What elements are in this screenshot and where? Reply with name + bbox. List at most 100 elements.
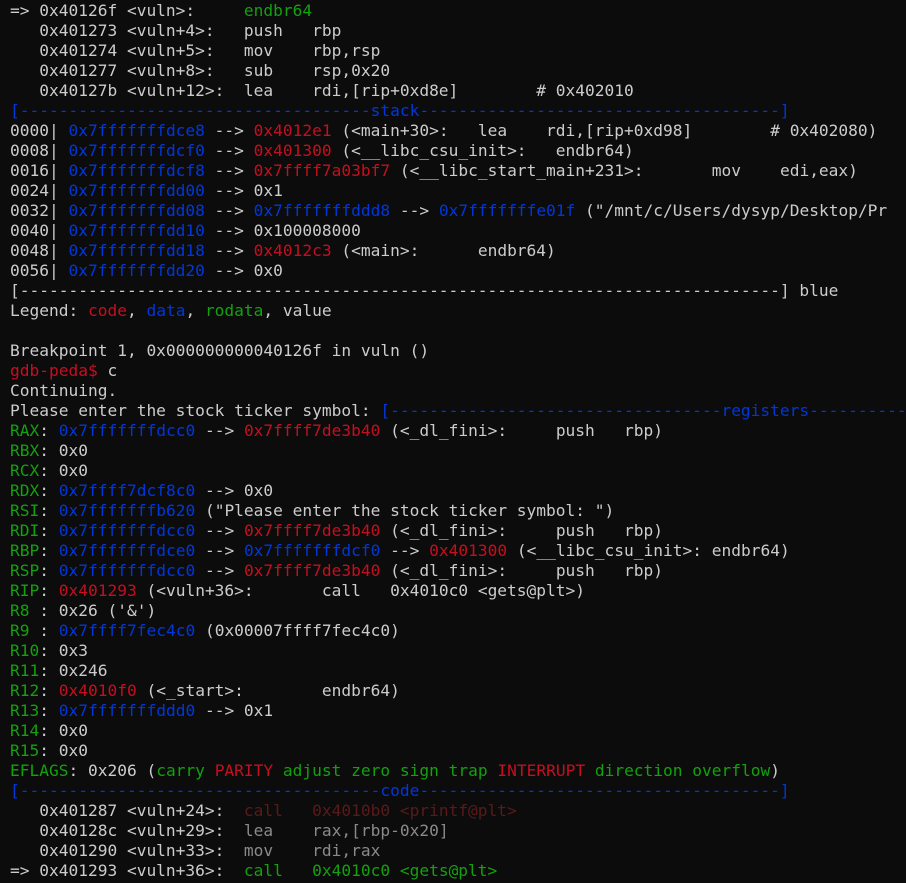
terminal-text-segment: gdb-peda$ bbox=[10, 361, 98, 380]
terminal-text-segment: : 0x0 bbox=[39, 461, 88, 480]
terminal-text-segment: [------------------------------------sta… bbox=[10, 101, 790, 120]
terminal-text-segment: R14 bbox=[10, 721, 40, 740]
terminal-text-segment: --> bbox=[195, 561, 244, 580]
terminal-text-segment: Continuing. bbox=[10, 381, 118, 400]
terminal-text-segment: mov rdi,rax bbox=[243, 841, 381, 860]
terminal-text-segment: 0x7ffff7de3b40 bbox=[243, 521, 381, 540]
disasm-current-line: => 0x40126f <vuln>: endbr64 bbox=[10, 1, 312, 21]
terminal-text-segment: : bbox=[39, 581, 59, 600]
terminal-text-segment: 0056| bbox=[10, 261, 69, 280]
breakpoint-message: Breakpoint 1, 0x000000000040126f in vuln… bbox=[10, 341, 429, 361]
terminal-text-segment: 0x7fffffffdd10 bbox=[68, 221, 205, 240]
terminal-text-segment: 0x7fffffffddd0 bbox=[58, 701, 196, 720]
terminal-text-segment: R12 bbox=[10, 681, 40, 700]
terminal-text-segment: : 0x3 bbox=[39, 641, 88, 660]
stack-row: 0048| 0x7fffffffdd18 --> 0x4012c3 (<main… bbox=[10, 241, 556, 261]
terminal-text-segment: RSP bbox=[10, 561, 40, 580]
terminal-text-segment: : bbox=[39, 701, 59, 720]
terminal-text-segment: 0024| bbox=[10, 181, 69, 200]
terminal-text-segment: (<main+30>: lea rdi,[rip+0xd98] # 0x4020… bbox=[331, 121, 878, 140]
terminal-text-segment: INTERRUPT bbox=[497, 761, 586, 780]
terminal-text-segment: : 0x0 bbox=[39, 741, 88, 760]
terminal-text-segment: : bbox=[39, 541, 59, 560]
terminal-text-segment: --> bbox=[380, 541, 430, 560]
terminal-text-segment: : 0x246 bbox=[39, 661, 108, 680]
terminal-text-segment: lea rax,[rbp-0x20] bbox=[243, 821, 449, 840]
stack-row: 0008| 0x7fffffffdcf0 --> 0x401300 (<__li… bbox=[10, 141, 634, 161]
terminal-text-segment: R13 bbox=[10, 701, 40, 720]
terminal-text-segment: 0x401287 <vuln+24>: bbox=[10, 801, 244, 820]
terminal-text-segment: 0x401274 <vuln+5>: mov rbp,rsp bbox=[10, 41, 381, 60]
terminal-text-segment: 0032| bbox=[10, 201, 69, 220]
register-rcx: RCX: 0x0 bbox=[10, 461, 88, 481]
terminal-text-segment: --> 0x1 bbox=[204, 181, 283, 200]
terminal-text-segment: : 0x0 bbox=[39, 721, 88, 740]
terminal-text-segment: RBP bbox=[10, 541, 40, 560]
terminal-text-segment: call 0x4010c0 <gets@plt> bbox=[243, 861, 498, 880]
terminal-text-segment: --> 0x1 bbox=[195, 701, 274, 720]
terminal-text-segment: data bbox=[146, 301, 186, 320]
terminal-text-segment: --> 0x100008000 bbox=[204, 221, 361, 240]
terminal-text-segment: 0x7fffffffb620 bbox=[58, 501, 196, 520]
terminal-text-segment: (<_dl_fini>: push rbp) bbox=[380, 421, 664, 440]
stack-section-header: [------------------------------------sta… bbox=[10, 101, 790, 121]
terminal-text-segment: 0x4012c3 bbox=[253, 241, 332, 260]
terminal-text-segment: (<vuln+36>: call 0x4010c0 <gets@plt>) bbox=[136, 581, 586, 600]
terminal-text-segment: carry bbox=[156, 761, 205, 780]
register-rdi: RDI: 0x7fffffffdcc0 --> 0x7ffff7de3b40 (… bbox=[10, 521, 663, 541]
terminal-text-segment: PARITY bbox=[214, 761, 274, 780]
terminal-text-segment: [----------------------------------regis… bbox=[380, 401, 906, 420]
terminal-text-segment: RAX bbox=[10, 421, 40, 440]
terminal-text-segment: 0x7fffffffdce0 bbox=[58, 541, 196, 560]
terminal-text-segment: call 0x4010b0 <printf@plt> bbox=[243, 801, 517, 820]
register-rbx: RBX: 0x0 bbox=[10, 441, 88, 461]
terminal-text-segment: (<__libc_start_main+231>: mov edi,eax) bbox=[390, 161, 858, 180]
code-section-header: [-------------------------------------co… bbox=[10, 781, 790, 801]
terminal-text-segment: (<main>: endbr64) bbox=[331, 241, 556, 260]
disasm-line: 0x40127b <vuln+12>: lea rdi,[rip+0xd8e] … bbox=[10, 81, 634, 101]
terminal-text-segment: : 0x206 ( bbox=[68, 761, 157, 780]
terminal-text-segment: , bbox=[126, 301, 147, 320]
terminal-text-segment: --> bbox=[204, 241, 254, 260]
terminal-text-segment: 0x7fffffffdd08 bbox=[68, 201, 205, 220]
register-rdx: RDX: 0x7ffff7dcf8c0 --> 0x0 bbox=[10, 481, 273, 501]
terminal-text-segment: trap bbox=[448, 761, 488, 780]
terminal-text-segment: 0x7fffffffdcc0 bbox=[58, 561, 196, 580]
terminal-text-segment: (<_start>: endbr64) bbox=[136, 681, 400, 700]
terminal-text-segment: 0x4010f0 bbox=[58, 681, 137, 700]
terminal-text-segment: --> 0x0 bbox=[195, 481, 274, 500]
terminal-text-segment: 0x401290 <vuln+33>: bbox=[10, 841, 244, 860]
terminal-text-segment: (<_dl_fini>: push rbp) bbox=[380, 521, 664, 540]
terminal-text-segment: RIP bbox=[10, 581, 40, 600]
register-r9: R9 : 0x7ffff7fec4c0 (0x00007ffff7fec4c0) bbox=[10, 621, 400, 641]
terminal-text-segment: c bbox=[97, 361, 118, 380]
disasm-line: 0x401274 <vuln+5>: mov rbp,rsp bbox=[10, 41, 380, 61]
terminal-text-segment: : bbox=[39, 681, 59, 700]
stack-row: 0032| 0x7fffffffdd08 --> 0x7fffffffddd8 … bbox=[10, 201, 887, 221]
terminal-text-segment: zero bbox=[351, 761, 391, 780]
terminal-text-segment: 0x401273 <vuln+4>: push rbp bbox=[10, 21, 342, 40]
terminal-text-segment: 0000| bbox=[10, 121, 69, 140]
terminal-text-segment: 0x7fffffffe01f bbox=[438, 201, 576, 220]
legend-line: Legend: code, data, rodata, value bbox=[10, 301, 332, 321]
terminal-text-segment: R8 bbox=[10, 601, 30, 620]
terminal-text-segment: : 0x0 bbox=[39, 441, 88, 460]
terminal-text-segment: rodata bbox=[204, 301, 264, 320]
section-footer: [---------------------------------------… bbox=[10, 281, 838, 301]
code-line-previous: 0x401290 <vuln+33>: mov rdi,rax bbox=[10, 841, 380, 861]
terminal-text-segment: : bbox=[39, 521, 59, 540]
terminal-text-segment: 0x7ffff7a03bf7 bbox=[253, 161, 391, 180]
disasm-line: 0x401277 <vuln+8>: sub rsp,0x20 bbox=[10, 61, 390, 81]
terminal-text-segment: 0x7fffffffdd00 bbox=[68, 181, 205, 200]
terminal-text-segment: , value bbox=[263, 301, 332, 320]
terminal-text-segment: 0016| bbox=[10, 161, 69, 180]
terminal-text-segment: => 0x40126f <vuln>: bbox=[10, 1, 244, 20]
terminal-text-segment: 0x7fffffffdcc0 bbox=[58, 521, 196, 540]
program-prompt-line: Please enter the stock ticker symbol: [-… bbox=[10, 401, 906, 421]
terminal-window[interactable]: => 0x40126f <vuln>: endbr64 0x401273 <vu… bbox=[0, 0, 906, 883]
